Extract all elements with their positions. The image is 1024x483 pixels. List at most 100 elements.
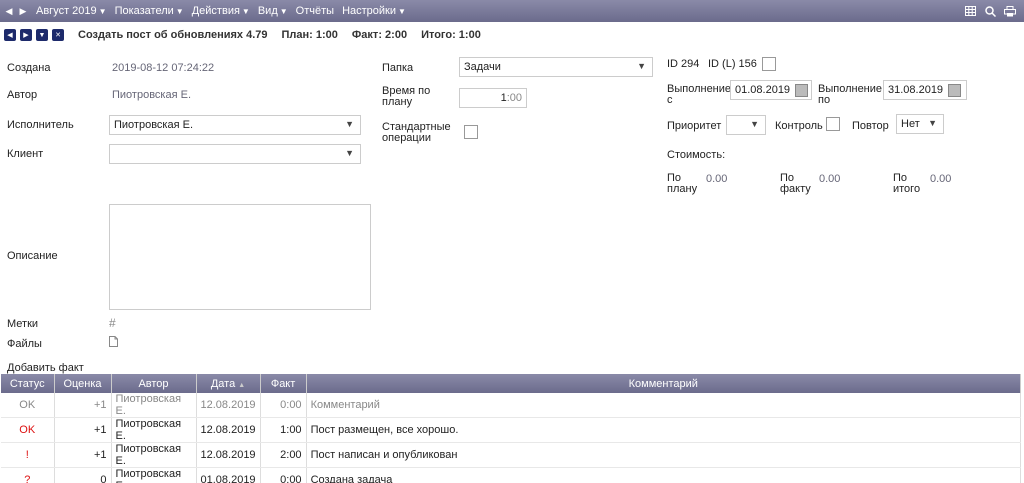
table-header-row: Статус Оценка Автор Дата ▲ Факт Коммента…	[1, 374, 1022, 393]
tags-label: Метки	[7, 318, 39, 330]
task-toolbar: ◀ ▶ ▼ ✕ Создать пост об обновлениях 4.79…	[0, 27, 1024, 43]
header-status[interactable]: Статус	[1, 374, 55, 393]
folder-value: Задачи	[464, 61, 501, 73]
cost-fact-label: По факту	[780, 172, 811, 195]
menu-indicators[interactable]: Показатели ▼	[115, 5, 184, 17]
idl-label: ID (L) 156	[708, 58, 757, 70]
chevron-down-icon: ▼	[241, 6, 250, 16]
search-icon[interactable]	[984, 5, 996, 17]
menu-view[interactable]: Вид ▼	[258, 5, 288, 17]
id-label: ID 294	[667, 58, 700, 70]
table-row[interactable]: OK +1 Пиотровская Е. 12.08.2019 1:00 Пос…	[1, 417, 1022, 443]
menu-settings-label: Настройки	[342, 5, 396, 17]
table-row[interactable]: ! +1 Пиотровская Е. 12.08.2019 2:00 Пост…	[1, 442, 1022, 468]
chevron-down-icon: ▼	[345, 119, 354, 129]
first-task-icon[interactable]: ◀	[4, 29, 16, 41]
row-date: 12.08.2019	[196, 417, 261, 443]
cost-total-value: 0.00	[930, 173, 952, 185]
file-icon[interactable]	[109, 336, 118, 350]
next-period-icon[interactable]: ▶	[18, 6, 28, 17]
repeat-label: Повтор	[852, 120, 889, 132]
topbar-tools	[964, 0, 1016, 22]
cost-fact-value: 0.00	[819, 173, 841, 185]
menu-actions-label: Действия	[191, 5, 240, 17]
id-checkbox[interactable]	[762, 57, 776, 71]
row-score: 0	[54, 467, 112, 483]
row-date: 01.08.2019	[196, 467, 261, 483]
standard-ops-label: Стандартные операции	[382, 121, 451, 144]
menu-indicators-label: Показатели	[114, 5, 174, 17]
add-fact-link[interactable]: Добавить факт	[7, 362, 84, 374]
close-icon[interactable]: ✕	[52, 29, 64, 41]
created-value: 2019-08-12 07:24:22	[112, 62, 215, 74]
menu-reports-label: Отчёты	[295, 5, 335, 17]
row-author: Пиотровская Е.	[111, 442, 197, 468]
priority-label: Приоритет	[667, 120, 722, 132]
row-date: 12.08.2019	[196, 442, 261, 468]
exec-to-label: Выполнение по	[818, 83, 883, 106]
header-date[interactable]: Дата ▲	[196, 374, 261, 393]
plan-time: План: 1:00	[281, 29, 338, 41]
header-score[interactable]: Оценка	[54, 374, 112, 393]
author-value: Пиотровская Е.	[112, 89, 191, 101]
row-comment: Создана задача	[306, 467, 1022, 483]
grid-icon[interactable]	[964, 5, 976, 17]
cost-label: Стоимость:	[667, 149, 726, 161]
table-row[interactable]: ? 0 Пиотровская Е. 01.08.2019 0:00 Созда…	[1, 467, 1022, 483]
folder-select[interactable]: Задачи ▼	[459, 57, 653, 77]
row-fact: 1:00	[260, 417, 307, 443]
executor-value: Пиотровская Е.	[114, 119, 193, 131]
chevron-down-icon: ▼	[398, 6, 406, 16]
chevron-down-icon: ▼	[175, 6, 184, 16]
exec-from-label: Выполнение с	[667, 83, 732, 106]
header-fact[interactable]: Факт	[260, 374, 307, 393]
row-status: ?	[1, 467, 55, 483]
header-author[interactable]: Автор	[111, 374, 197, 393]
row-fact: 2:00	[260, 442, 307, 468]
menu-period[interactable]: Август 2019 ▼	[36, 5, 107, 17]
cost-plan-value: 0.00	[706, 173, 728, 185]
row-score: +1	[54, 393, 112, 418]
facts-table: Статус Оценка Автор Дата ▲ Факт Коммента…	[1, 374, 1022, 483]
hash-icon[interactable]: #	[109, 316, 116, 330]
row-author: Пиотровская Е.	[111, 417, 197, 443]
chevron-down-icon: ▼	[279, 6, 288, 16]
chevron-down-icon: ▼	[637, 61, 646, 71]
exec-from-value: 01.08.2019	[735, 84, 791, 96]
menu-actions[interactable]: Действия ▼	[192, 5, 250, 17]
planned-minutes: 00	[509, 92, 522, 104]
client-select[interactable]: ▼	[109, 144, 361, 164]
row-score: +1	[54, 417, 112, 443]
row-status: !	[1, 442, 55, 468]
row-comment: Пост размещен, все хорошо.	[306, 417, 1022, 443]
menu-period-label: Август 2019	[36, 5, 97, 17]
print-icon[interactable]	[1004, 5, 1016, 17]
menu-settings[interactable]: Настройки ▼	[342, 5, 406, 17]
files-label: Файлы	[7, 338, 42, 350]
description-label: Описание	[7, 250, 58, 262]
menu-view-label: Вид	[257, 5, 278, 17]
calendar-icon[interactable]	[795, 84, 808, 97]
standard-ops-checkbox[interactable]	[464, 125, 478, 139]
priority-select[interactable]: ▼	[726, 115, 766, 135]
row-date: 12.08.2019	[196, 393, 261, 418]
expand-icon[interactable]: ▼	[36, 29, 48, 41]
created-label: Создана	[7, 62, 51, 74]
repeat-value: Нет	[901, 118, 920, 130]
task-title: Создать пост об обновлениях 4.79	[78, 29, 268, 41]
executor-select[interactable]: Пиотровская Е. ▼	[109, 115, 361, 135]
header-comment[interactable]: Комментарий	[306, 374, 1022, 393]
next-task-icon[interactable]: ▶	[20, 29, 32, 41]
planned-time-input[interactable]: 1:00	[459, 88, 527, 108]
calendar-icon[interactable]	[948, 84, 961, 97]
row-score: +1	[54, 442, 112, 468]
prev-period-icon[interactable]: ◀	[4, 6, 14, 17]
chevron-down-icon: ▼	[98, 6, 107, 16]
menu-reports[interactable]: Отчёты	[296, 5, 334, 17]
chevron-down-icon: ▼	[928, 118, 937, 128]
table-row[interactable]: OK +1 Пиотровская Е. 12.08.2019 0:00 Ком…	[1, 393, 1022, 418]
repeat-select[interactable]: Нет ▼	[896, 114, 944, 134]
description-textarea[interactable]	[109, 204, 371, 310]
row-comment: Пост написан и опубликован	[306, 442, 1022, 468]
control-checkbox[interactable]	[826, 117, 840, 131]
